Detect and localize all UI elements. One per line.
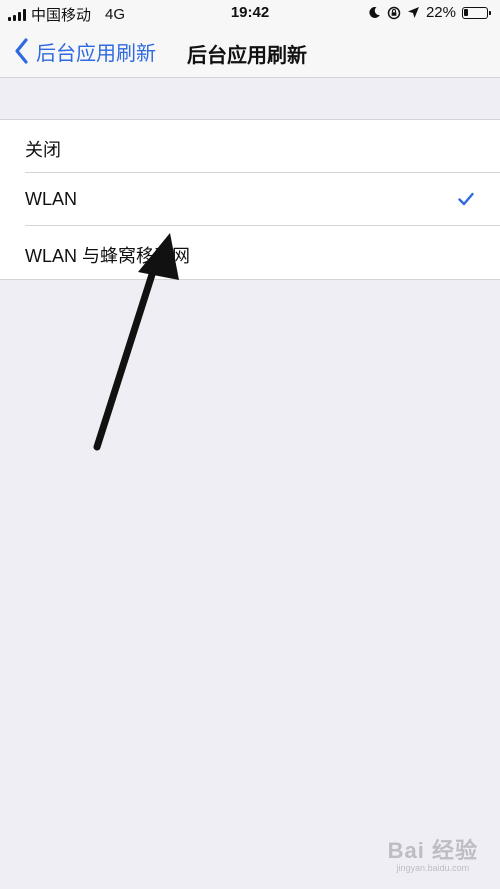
status-bar: 中国移动 4G 19:42 22% — [0, 0, 500, 26]
nav-bar: 后台应用刷新 后台应用刷新 — [0, 26, 500, 78]
orientation-lock-icon — [387, 6, 401, 19]
baidu-watermark: Bai 经验 jingyan.baidu.com — [388, 833, 478, 873]
refresh-options-list: 关闭 WLAN WLAN 与蜂窝移动网 — [0, 119, 500, 280]
moon-icon — [369, 6, 380, 18]
battery-icon — [462, 6, 491, 19]
option-off[interactable]: 关闭 — [0, 120, 500, 173]
checkmark-icon — [458, 192, 474, 206]
screen: 中国移动 4G 19:42 22% 后台应用刷新 后台应用刷新 关闭 WLAN … — [0, 0, 500, 889]
watermark-sub: jingyan.baidu.com — [396, 863, 470, 873]
option-wlan-cellular[interactable]: WLAN 与蜂窝移动网 — [0, 226, 500, 279]
back-button[interactable]: 后台应用刷新 — [12, 36, 156, 66]
option-label: WLAN — [25, 189, 78, 209]
chevron-left-icon — [15, 38, 28, 64]
battery-percent: 22% — [425, 4, 456, 21]
page-title: 后台应用刷新 — [187, 45, 307, 67]
watermark-main: Bai 经验 — [387, 838, 478, 863]
option-label: WLAN 与蜂窝移动网 — [25, 246, 191, 266]
option-label: 关闭 — [25, 140, 61, 160]
status-right: 22% — [368, 4, 491, 21]
option-wlan[interactable]: WLAN — [0, 173, 500, 226]
back-label: 后台应用刷新 — [36, 42, 156, 65]
location-icon — [407, 7, 419, 18]
